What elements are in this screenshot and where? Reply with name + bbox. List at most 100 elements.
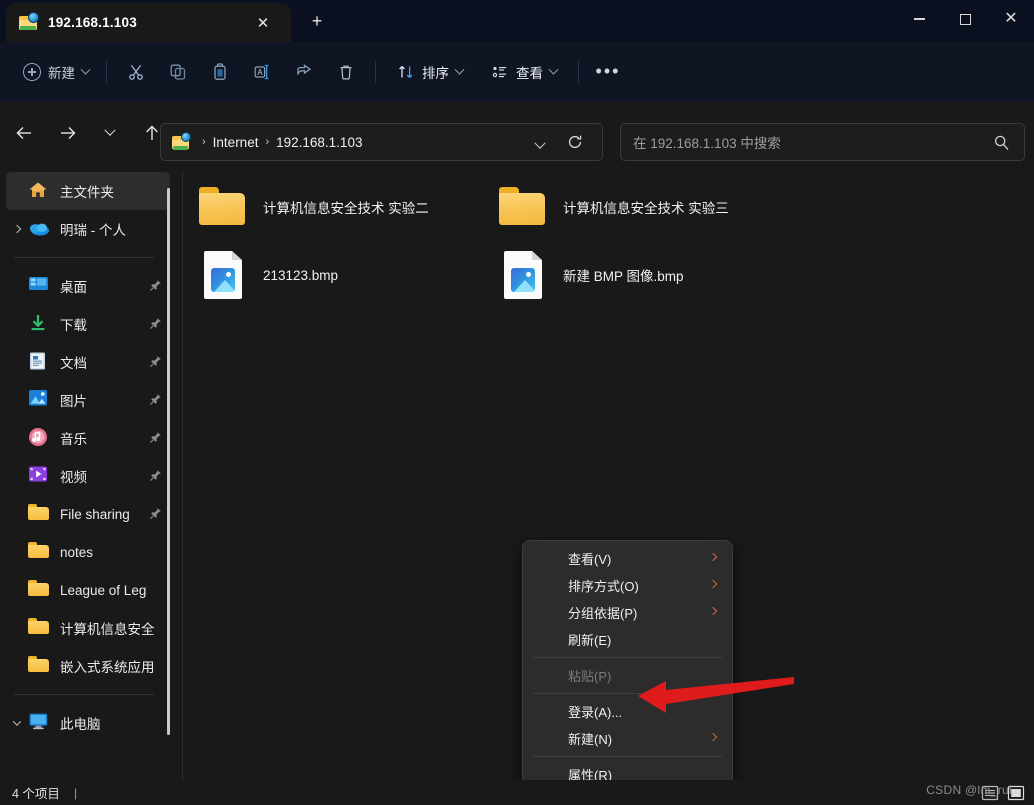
breadcrumb-host[interactable]: 192.168.1.103 [276,135,362,150]
pin-icon[interactable] [149,393,162,406]
search-input[interactable]: 在 192.168.1.103 中搜索 [620,123,1025,161]
recent-locations-button[interactable] [94,117,126,149]
sidebar-item-label: 此电脑 [60,717,101,732]
pin-icon[interactable] [149,507,162,520]
new-button-label: 新建 [48,66,75,81]
expander-placeholder [6,172,28,210]
view-label: 查看 [516,66,543,81]
context-menu-item-label: 登录(A)... [568,705,623,720]
context-menu-item-6[interactable]: 新建(N) [526,725,729,752]
svg-text:A: A [257,68,263,77]
pin-icon[interactable] [149,469,162,482]
expander-placeholder [6,305,28,343]
sidebar-item-13[interactable]: 此电脑 [6,704,170,742]
refresh-icon[interactable] [566,133,586,153]
navigation-pane[interactable]: 主文件夹明瑞 - 个人 桌面 下载 文档 图片 音乐 视频 File sharing notes… [0,172,176,780]
share-button[interactable] [283,55,325,89]
sidebar-item-10[interactable]: League of Leg [6,571,170,609]
file-name-label: 新建 BMP 图像.bmp [563,269,684,284]
bmp-file-icon [499,251,547,299]
sidebar-item-5[interactable]: 图片 [6,381,170,419]
more-options-button[interactable]: ••• [587,55,629,89]
context-menu-item-4: 粘贴(P) [526,662,729,689]
sort-label: 排序 [422,66,449,81]
expander-chevron-icon[interactable] [6,210,28,248]
sidebar-item-label: notes [60,544,94,560]
address-dropdown-icon[interactable] [534,137,546,155]
folder-item[interactable]: 计算机信息安全技术 实验二 [191,172,437,242]
sidebar-item-7[interactable]: 视频 [6,457,170,495]
sidebar-item-label: League of Leg [60,582,147,598]
breadcrumb-internet[interactable]: Internet [213,135,259,150]
context-menu-item-label: 排序方式(O) [568,579,639,594]
context-menu-item-2[interactable]: 分组依据(P) [526,599,729,626]
delete-button[interactable] [325,55,367,89]
status-bar: 4 个项目 | [0,780,1034,805]
folder-icon [28,541,50,563]
file-item[interactable]: 213123.bmp [191,240,346,310]
sidebar-item-3[interactable]: 下载 [6,305,170,343]
sidebar-item-label: 嵌入式系统应用 [60,660,155,675]
sidebar-item-8[interactable]: File sharing [6,495,170,533]
pin-icon[interactable] [149,431,162,444]
sidebar-item-1[interactable]: 明瑞 - 个人 [6,210,170,248]
toolbar-divider [106,61,107,83]
sidebar-item-9[interactable]: notes [6,533,170,571]
this-pc-icon [28,712,50,734]
context-menu-separator [533,756,722,757]
expander-placeholder [6,343,28,381]
context-menu-item-3[interactable]: 刷新(E) [526,626,729,653]
folder-item[interactable]: 计算机信息安全技术 实验三 [491,172,737,242]
context-menu[interactable]: 查看(V) 排序方式(O) 分组依据(P) 刷新(E) 粘贴(P) 登录(A)... 新建(… [522,540,733,792]
pin-icon[interactable] [149,355,162,368]
address-bar[interactable]: › Internet › 192.168.1.103 [160,123,603,161]
close-tab-icon[interactable]: ✕ [253,13,273,33]
file-name-label: 计算机信息安全技术 实验三 [563,201,729,216]
desktop-icon [28,275,50,297]
sidebar-item-2[interactable]: 桌面 [6,267,170,305]
network-folder-icon [19,11,39,32]
documents-icon [28,351,50,373]
context-menu-item-5[interactable]: 登录(A)... [526,698,729,725]
browser-tab[interactable]: 192.168.1.103 ✕ [6,3,291,42]
sidebar-item-0[interactable]: 主文件夹 [6,172,170,210]
command-bar: 新建 A 排序 查看 ••• [0,42,1034,102]
rename-button[interactable]: A [241,55,283,89]
sidebar-item-4[interactable]: 文档 [6,343,170,381]
expander-placeholder [6,381,28,419]
new-tab-button[interactable]: + [305,12,329,32]
folder-icon [28,579,50,601]
chevron-down-icon [104,124,116,136]
forward-button[interactable] [52,117,84,149]
maximize-button[interactable] [942,3,988,35]
onedrive-icon [28,218,50,240]
search-icon[interactable] [993,134,1010,156]
pin-icon[interactable] [149,279,162,292]
expander-placeholder [6,647,28,685]
tab-title: 192.168.1.103 [48,15,137,30]
minimize-button[interactable] [896,3,942,35]
sidebar-item-11[interactable]: 计算机信息安全 [6,609,170,647]
breadcrumb-separator: › [265,136,270,148]
submenu-chevron-icon [708,732,718,742]
context-menu-item-0[interactable]: 查看(V) [526,545,729,572]
sidebar-item-label: 主文件夹 [60,185,114,200]
copy-button[interactable] [157,55,199,89]
cut-button[interactable] [115,55,157,89]
sidebar-item-6[interactable]: 音乐 [6,419,170,457]
folder-icon [28,503,50,525]
close-window-button[interactable]: ✕ [988,3,1034,35]
sort-button[interactable]: 排序 [388,55,472,89]
back-button[interactable] [8,117,40,149]
new-button[interactable]: 新建 [14,55,98,89]
sidebar-scrollbar[interactable] [167,188,170,735]
expander-chevron-icon[interactable] [6,704,28,742]
file-item[interactable]: 新建 BMP 图像.bmp [491,240,692,310]
paste-button[interactable] [199,55,241,89]
pin-icon[interactable] [149,317,162,330]
context-menu-item-1[interactable]: 排序方式(O) [526,572,729,599]
sidebar-item-12[interactable]: 嵌入式系统应用 [6,647,170,685]
view-button[interactable]: 查看 [482,55,566,89]
home-icon [28,180,50,202]
folder-icon [28,655,50,677]
